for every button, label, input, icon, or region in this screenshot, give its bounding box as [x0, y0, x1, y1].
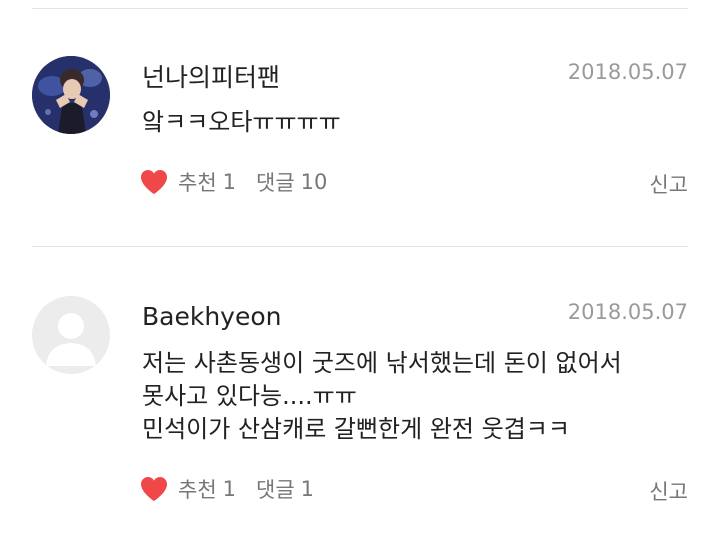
- comment-body: 앜ㅋㅋ오타ㅠㅠㅠㅠ: [142, 106, 688, 139]
- comment-actions: 추천 1 댓글 1: [140, 473, 314, 505]
- divider: [32, 246, 688, 247]
- reply-count: 10: [300, 170, 328, 194]
- comment-author[interactable]: 넌나의피터팬: [142, 58, 280, 94]
- like-count: 1: [222, 170, 237, 194]
- comment-actions: 추천 1 댓글 10: [140, 166, 327, 198]
- reply-label[interactable]: 댓글: [256, 167, 295, 197]
- report-button[interactable]: 신고: [649, 169, 688, 199]
- like-count: 1: [222, 477, 237, 501]
- user-photo-icon: [32, 56, 110, 134]
- comment-body-line: 앜ㅋㅋ오타ㅠㅠㅠㅠ: [142, 108, 341, 136]
- default-user-icon: [32, 296, 110, 374]
- reply-count: 1: [300, 477, 315, 501]
- divider: [32, 8, 688, 9]
- comment-body-line: 민석이가 산삼캐로 갈뻔한게 완전 웃겹ㅋㅋ: [142, 415, 570, 443]
- comment-body: 저는 사촌동생이 굿즈에 낚서했는데 돈이 없어서 못사고 있다능....ㅠㅠ …: [142, 347, 688, 446]
- comment-date: 2018.05.07: [567, 300, 688, 324]
- like-label[interactable]: 추천: [178, 474, 217, 504]
- comment-author[interactable]: Baekhyeon: [142, 302, 282, 331]
- report-button[interactable]: 신고: [649, 476, 688, 506]
- avatar[interactable]: [32, 56, 110, 134]
- heart-icon[interactable]: [140, 476, 168, 502]
- reply-label[interactable]: 댓글: [256, 474, 295, 504]
- comment-date: 2018.05.07: [567, 60, 688, 84]
- comment-body-line: 저는 사촌동생이 굿즈에 낚서했는데 돈이 없어서: [142, 349, 622, 377]
- comment-body-line: 못사고 있다능....ㅠㅠ: [142, 382, 357, 410]
- like-label[interactable]: 추천: [178, 167, 217, 197]
- avatar[interactable]: [32, 296, 110, 374]
- heart-icon[interactable]: [140, 169, 168, 195]
